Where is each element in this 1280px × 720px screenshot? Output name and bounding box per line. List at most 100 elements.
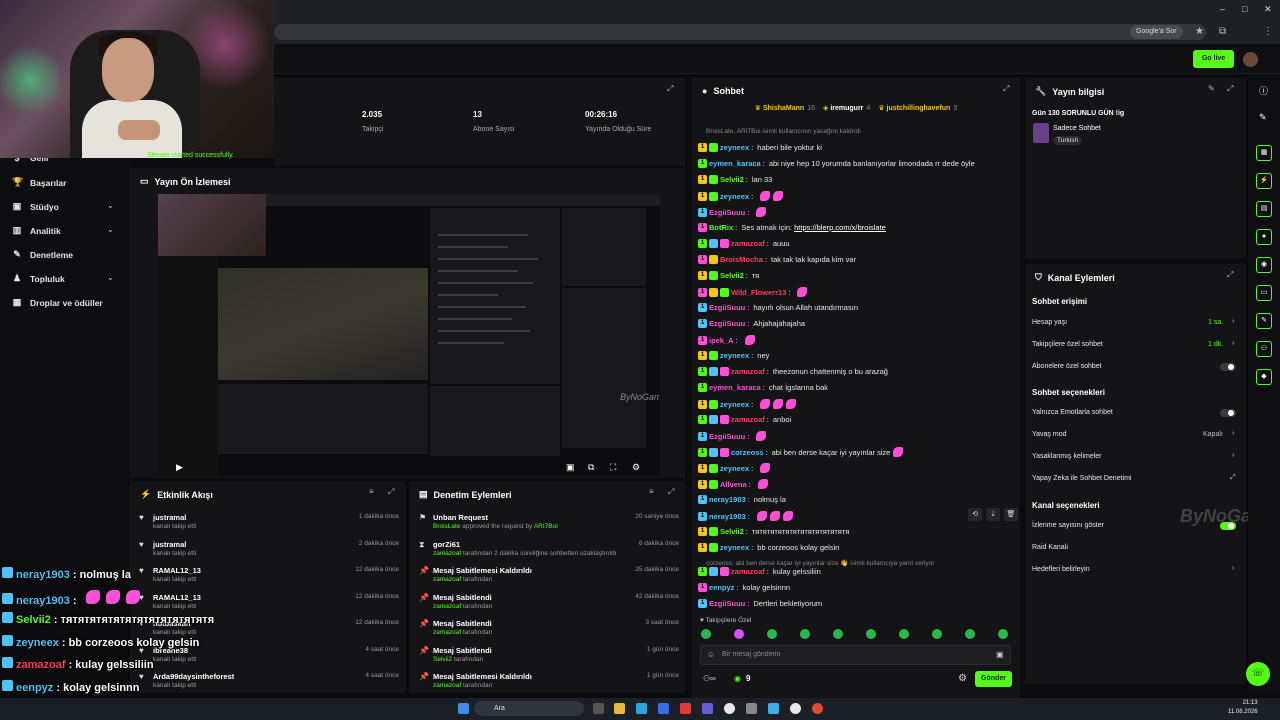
- edit-icon[interactable]: ✎: [1259, 112, 1267, 123]
- activity-user[interactable]: justramal: [153, 513, 186, 522]
- app-icon[interactable]: [702, 703, 713, 714]
- edge-icon[interactable]: [636, 703, 647, 714]
- emote-icon[interactable]: [701, 629, 711, 639]
- moderator-name[interactable]: zamazoaf: [433, 682, 461, 689]
- chat-username[interactable]: zeyneex: [720, 192, 749, 201]
- sidebar-item-community[interactable]: ♟ Topluluk: [12, 273, 65, 284]
- rail-diamond-button[interactable]: ◆: [1256, 369, 1272, 385]
- chat-message[interactable]: 1 neray1903:: [698, 511, 793, 521]
- settings-icon[interactable]: ⚙: [632, 462, 640, 473]
- emote-icon[interactable]: [932, 629, 942, 639]
- avatar[interactable]: [1243, 52, 1258, 67]
- pip-icon[interactable]: ⧉: [588, 462, 594, 473]
- emote-icon[interactable]: [800, 629, 810, 639]
- support-button[interactable]: ☏: [1246, 662, 1270, 686]
- chat-link[interactable]: https://blerp.com/x/broislate: [794, 223, 886, 232]
- chat-message[interactable]: 1 Selvii2: lan 33: [698, 175, 772, 184]
- subs-chat-toggle[interactable]: [1220, 363, 1236, 371]
- sidebar-item-studio[interactable]: ▣ Stüdyo: [12, 201, 59, 212]
- app-icon[interactable]: [680, 703, 691, 714]
- chat-username[interactable]: Selvii2: [720, 271, 744, 280]
- maximize-icon[interactable]: □: [1242, 4, 1247, 14]
- chrome-icon[interactable]: [724, 703, 735, 714]
- chat-username[interactable]: neray1903: [709, 495, 746, 504]
- bookmark-star-icon[interactable]: ★: [1195, 26, 1204, 37]
- emote-icon[interactable]: [833, 629, 843, 639]
- banned-words-label[interactable]: Yasaklanmış kelimeler: [1032, 453, 1102, 460]
- expand-icon[interactable]: ⤢: [1227, 270, 1233, 280]
- expand-icon[interactable]: ⤢: [667, 84, 673, 94]
- activity-user[interactable]: RAMAL12_13: [153, 593, 201, 602]
- chat-username[interactable]: Selvii2: [720, 175, 744, 184]
- ai-moderation-label[interactable]: Yapay Zeka ile Sohbet Denetimi: [1032, 475, 1131, 482]
- chat-message[interactable]: 1 BotRix: Ses atmak için: https://blerp.co…: [698, 223, 886, 232]
- chat-username[interactable]: zamazoaf: [731, 567, 765, 576]
- activity-user[interactable]: justramal: [153, 540, 186, 549]
- chat-settings-icon[interactable]: ⚙: [958, 673, 967, 684]
- edit-icon[interactable]: ✎: [1208, 84, 1215, 93]
- google-ask-button[interactable]: Google'a Sor: [1130, 25, 1183, 39]
- chat-username[interactable]: zamazoaf: [731, 367, 765, 376]
- emote-icon[interactable]: [965, 629, 975, 639]
- store-icon[interactable]: [658, 703, 669, 714]
- chevron-right-icon[interactable]: ›: [1232, 318, 1234, 325]
- file-explorer-icon[interactable]: [614, 703, 625, 714]
- rail-wrench-button[interactable]: ✎: [1256, 313, 1272, 329]
- chat-username[interactable]: zeyneex: [720, 143, 749, 152]
- chat-message[interactable]: 1 BroisMocha: tak tak tak kapıda kim var: [698, 255, 856, 264]
- rail-document-button[interactable]: ▤: [1256, 201, 1272, 217]
- chat-message[interactable]: 1 zeyneex:: [698, 463, 771, 473]
- chat-username[interactable]: EzgiiSuuu: [709, 319, 745, 328]
- chat-username[interactable]: EzgiiSuuu: [709, 432, 745, 441]
- info-icon[interactable]: ⓘ: [1259, 84, 1268, 97]
- goals-label[interactable]: Hedefleri belirleyin: [1032, 566, 1090, 573]
- emote-icon[interactable]: [866, 629, 876, 639]
- go-live-button[interactable]: Go live: [1193, 50, 1234, 68]
- send-button[interactable]: Gönder: [975, 671, 1012, 687]
- chat-message[interactable]: 1 zeyneex: haberi bile yoktur ki: [698, 143, 822, 152]
- account-age-label[interactable]: Hesap yaşı: [1032, 319, 1067, 326]
- raid-label[interactable]: Raid Kanalı: [1032, 544, 1068, 551]
- address-bar[interactable]: [274, 24, 1206, 40]
- activity-user[interactable]: RAMAL12_13: [153, 566, 201, 575]
- chat-message[interactable]: 1 ipek_A:: [698, 335, 755, 345]
- chat-message[interactable]: 1 EzgiiSuuu:: [698, 207, 767, 217]
- top-gifter[interactable]: ♛ justchillinghavefun 3: [878, 105, 957, 112]
- chat-username[interactable]: corzeoss: [731, 448, 764, 457]
- filter-icon[interactable]: ≡: [369, 487, 374, 496]
- extensions-icon[interactable]: ⧉: [1219, 26, 1226, 37]
- chevron-down-icon[interactable]: ⌄: [107, 201, 114, 210]
- rail-stats-button[interactable]: ▦: [1256, 145, 1272, 161]
- category-name[interactable]: Sadece Sohbet: [1053, 125, 1101, 132]
- chat-message[interactable]: 1 Selvii2: тятятятятятятятятятятятятя: [698, 527, 849, 536]
- external-link-icon[interactable]: ⤢: [1230, 474, 1236, 482]
- chat-username[interactable]: EzgiiSuuu: [709, 303, 745, 312]
- chat-username[interactable]: zamazoaf: [731, 415, 765, 424]
- chat-username[interactable]: zeyneex: [720, 543, 749, 552]
- chat-username[interactable]: eymen_karaca: [709, 383, 761, 392]
- chat-message[interactable]: 1 EzgiiSuuu: Dertleri bekletiyorum: [698, 599, 822, 608]
- browser-menu-icon[interactable]: ⋮: [1263, 26, 1273, 37]
- chat-message[interactable]: 1 zamazoaf: anboi: [698, 415, 791, 424]
- chat-message[interactable]: 1 Allvena:: [698, 479, 768, 489]
- moderator-name[interactable]: zamazoaf: [433, 576, 461, 583]
- top-gifter[interactable]: ♛ ShishaMann 16: [755, 105, 815, 112]
- chevron-right-icon[interactable]: ›: [1232, 430, 1234, 437]
- reply-icon[interactable]: ⟲: [968, 508, 982, 521]
- chat-users-icon[interactable]: ⚇∞: [703, 674, 716, 683]
- moderator-name[interactable]: Selvii2: [433, 656, 452, 663]
- rail-users-button[interactable]: ⚇: [1256, 341, 1272, 357]
- emote-icon[interactable]: [734, 629, 744, 639]
- close-icon[interactable]: ✕: [1264, 4, 1272, 15]
- moderator-name[interactable]: zamazoaf: [433, 603, 461, 610]
- rail-bolt-button[interactable]: ⚡: [1256, 173, 1272, 189]
- start-icon[interactable]: [458, 703, 469, 714]
- chat-message[interactable]: 1 EzgiiSuuu: Ahjahajahajaha: [698, 319, 805, 328]
- chat-message[interactable]: 1 zeyneex:: [698, 399, 797, 409]
- emoji-icon[interactable]: ☺: [707, 650, 715, 659]
- chat-message[interactable]: 1 zeyneex: bb corzeoos kolay gelsin: [698, 543, 839, 552]
- expand-icon[interactable]: ⤢: [1227, 84, 1233, 94]
- expand-icon[interactable]: ⤢: [1003, 84, 1009, 94]
- delete-icon[interactable]: 🗑: [1004, 508, 1018, 521]
- task-view-icon[interactable]: [593, 703, 604, 714]
